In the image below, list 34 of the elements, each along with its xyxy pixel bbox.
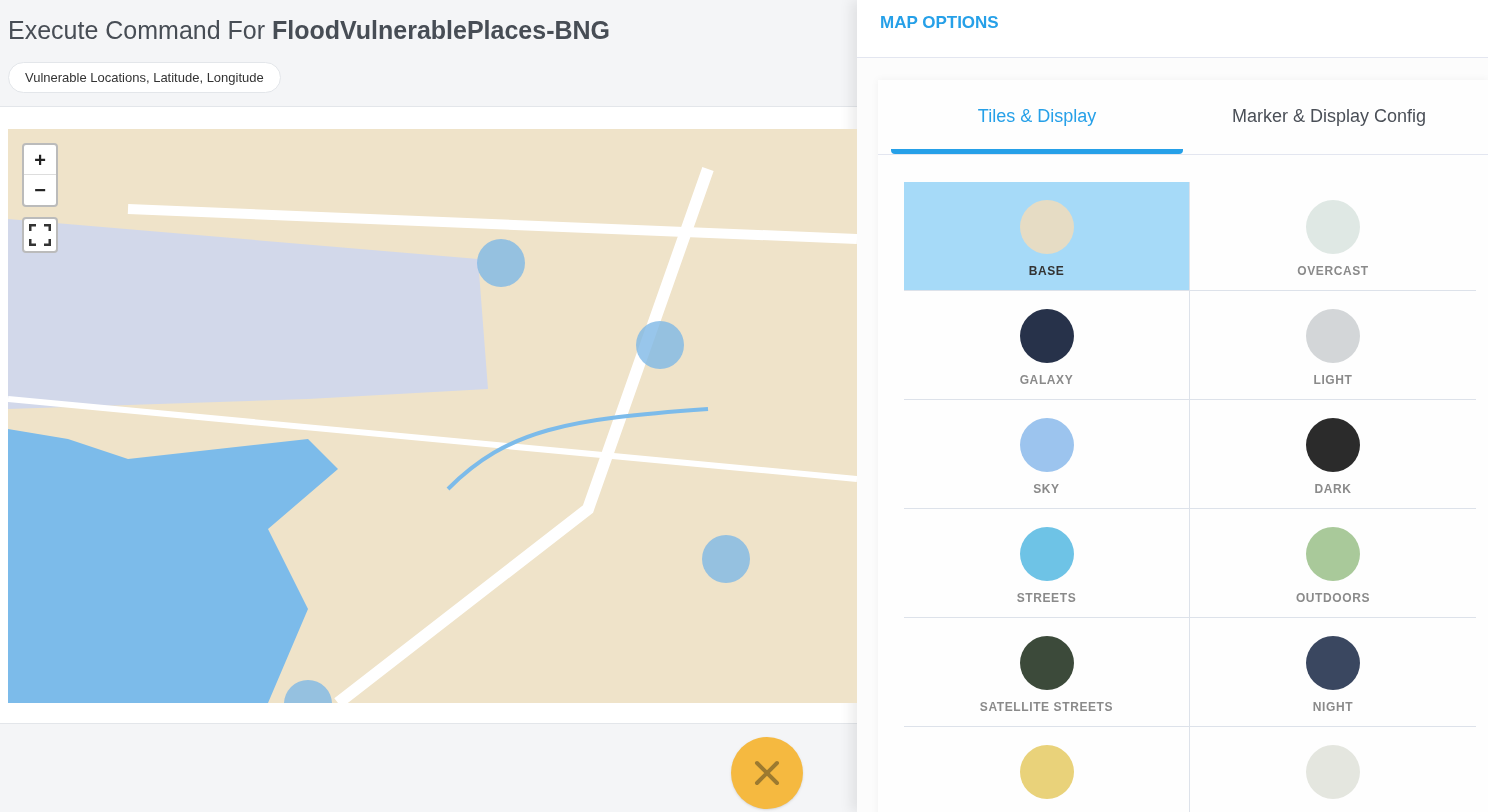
tile-option[interactable]: BASE <box>904 182 1190 291</box>
location-marker[interactable] <box>636 321 684 369</box>
tile-label: LIGHT <box>1313 372 1353 389</box>
tile-option[interactable]: SKY <box>904 400 1190 509</box>
tile-option[interactable]: OVERCAST <box>1190 182 1476 291</box>
zoom-in-button[interactable]: + <box>24 145 56 175</box>
tile-label: SKY <box>1033 481 1060 498</box>
map-area[interactable]: + − <box>8 129 857 703</box>
tab[interactable]: Marker & Display Config <box>1183 80 1475 154</box>
tile-option[interactable]: DARK <box>1190 400 1476 509</box>
tile-option[interactable]: OUTDOORS <box>1190 509 1476 618</box>
column-chip: Vulnerable Locations, Latitude, Longitude <box>8 61 281 93</box>
location-marker[interactable] <box>702 535 750 583</box>
tile-label: NIGHT <box>1312 699 1354 716</box>
tile-label: DARK <box>1314 481 1352 498</box>
fullscreen-button[interactable] <box>22 217 58 253</box>
tile-option[interactable]: SATELLITE STREETS <box>904 618 1190 727</box>
tile-label: STREETS <box>1016 590 1077 607</box>
tile-option[interactable]: GALAXY <box>904 291 1190 400</box>
tile-option[interactable]: NIGHT <box>1190 618 1476 727</box>
tile-option[interactable]: STREETS <box>904 509 1190 618</box>
panel-title: MAP OPTIONS <box>880 13 999 32</box>
tile-label: GALAXY <box>1019 372 1074 389</box>
tile-label: OUTDOORS <box>1295 590 1371 607</box>
tile-label: SATELLITE STREETS <box>979 699 1114 716</box>
close-icon <box>754 760 780 786</box>
tile-label: OVERCAST <box>1297 263 1369 280</box>
tile-option[interactable]: LIGHT <box>1190 291 1476 400</box>
tile-label: BASE <box>1028 263 1065 280</box>
zoom-out-button[interactable]: − <box>24 175 56 205</box>
location-marker[interactable] <box>477 239 525 287</box>
page-title: Execute Command For FloodVulnerablePlaces-BNG <box>8 15 612 46</box>
fullscreen-icon <box>29 224 51 246</box>
tab[interactable]: Tiles & Display <box>891 80 1183 154</box>
